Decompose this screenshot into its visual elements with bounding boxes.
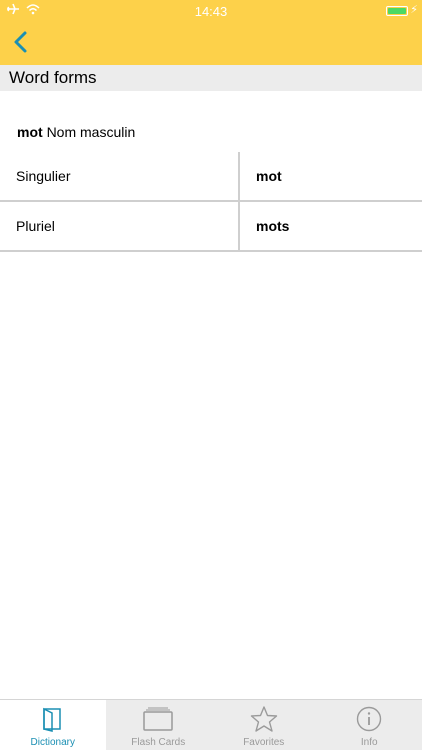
- tab-info[interactable]: Info: [317, 700, 422, 750]
- battery-icon: [386, 6, 408, 16]
- form-label: Singulier: [0, 152, 240, 200]
- tab-label: Favorites: [243, 737, 285, 748]
- star-icon: [250, 706, 278, 735]
- tab-label: Dictionary: [30, 737, 75, 748]
- word-forms-table: Singulier mot Pluriel mots: [0, 152, 422, 252]
- table-row: Singulier mot: [0, 152, 422, 202]
- form-value: mots: [256, 218, 290, 234]
- table-row: Pluriel mots: [0, 202, 422, 252]
- entry-word: mot: [17, 124, 43, 140]
- form-value: mot: [256, 168, 282, 184]
- tab-label: Info: [360, 737, 378, 748]
- entry-headline: mot Nom masculin: [17, 124, 135, 140]
- form-label: Pluriel: [0, 202, 240, 250]
- chevron-left-icon: [14, 31, 27, 53]
- status-time: 14:43: [194, 4, 228, 19]
- tab-flash-cards[interactable]: Flash Cards: [106, 700, 212, 750]
- charging-icon: ⚡: [410, 4, 418, 16]
- tab-label: Flash Cards: [131, 737, 186, 748]
- back-button[interactable]: [10, 30, 34, 54]
- status-bar: 14:43 ⚡: [0, 0, 422, 22]
- tab-bar: Dictionary Flash Cards Favorites Info: [0, 699, 422, 750]
- entry-pos: Nom masculin: [46, 124, 136, 140]
- tab-favorites[interactable]: Favorites: [211, 700, 317, 750]
- navigation-bar: 14:43 ⚡: [0, 0, 422, 65]
- info-icon: [356, 706, 382, 735]
- tab-dictionary[interactable]: Dictionary: [0, 700, 106, 750]
- book-icon: [40, 706, 66, 735]
- section-title: Word forms: [0, 65, 422, 91]
- cards-icon: [142, 706, 174, 735]
